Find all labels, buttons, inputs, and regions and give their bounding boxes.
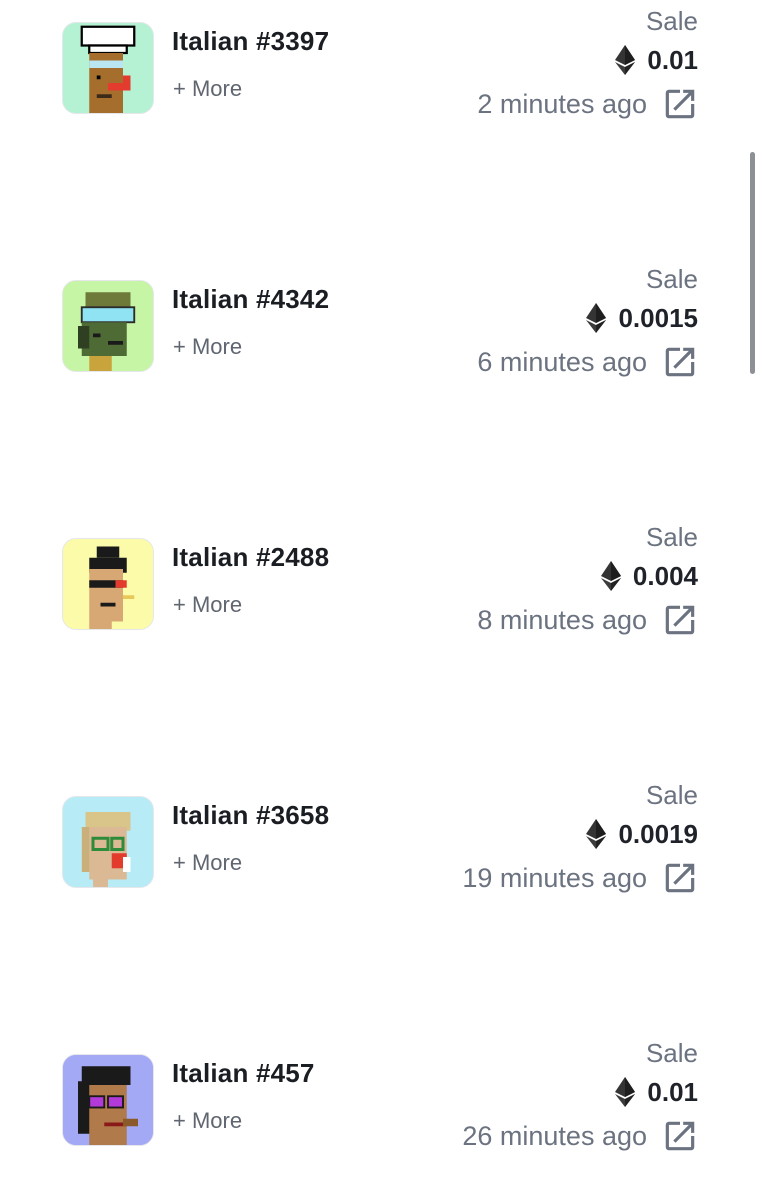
item-name[interactable]: Italian #457 [172, 1058, 315, 1089]
more-link[interactable]: + More [173, 1108, 242, 1134]
avatar-blonde-image [63, 797, 153, 887]
item-name[interactable]: Italian #3397 [172, 26, 329, 57]
list-item[interactable]: Italian #2488 + More Sale 0.004 8 minute… [0, 516, 730, 656]
sales-activity-list: Italian #3397 + More Sale 0.01 2 minutes… [0, 0, 762, 1200]
price-value: 0.0019 [618, 818, 698, 849]
scrollbar-thumb[interactable] [750, 152, 755, 374]
price-value: 0.01 [647, 44, 698, 75]
avatar-mohawk-image [63, 539, 153, 629]
timestamp: 6 minutes ago [477, 346, 647, 377]
timestamp: 26 minutes ago [462, 1120, 647, 1151]
nft-thumbnail[interactable] [62, 1054, 154, 1146]
price-value: 0.01 [647, 1076, 698, 1107]
external-link-icon[interactable] [661, 85, 699, 123]
nft-thumbnail[interactable] [62, 796, 154, 888]
sale-details: Sale 0.01 26 minutes ago [462, 1036, 698, 1158]
event-type: Sale [645, 6, 698, 36]
more-link[interactable]: + More [173, 76, 242, 102]
price-row: 0.0019 [462, 812, 698, 856]
ethereum-icon [615, 45, 636, 75]
avatar-shades-image [63, 1055, 153, 1145]
ethereum-icon [586, 303, 607, 333]
time-row: 19 minutes ago [462, 856, 699, 900]
item-name[interactable]: Italian #4342 [172, 284, 329, 315]
list-item[interactable]: Italian #457 + More Sale 0.01 26 minutes… [0, 1032, 730, 1172]
price-row: 0.0015 [477, 296, 698, 340]
event-type: Sale [645, 1038, 698, 1068]
time-row: 8 minutes ago [477, 598, 699, 642]
ethereum-icon [615, 1077, 636, 1107]
price-row: 0.01 [477, 38, 698, 82]
price-row: 0.004 [477, 554, 698, 598]
ethereum-icon [586, 819, 607, 849]
list-item[interactable]: Italian #3397 + More Sale 0.01 2 minutes… [0, 0, 730, 140]
external-link-icon[interactable] [661, 859, 699, 897]
item-name[interactable]: Italian #3658 [172, 800, 329, 831]
time-row: 2 minutes ago [477, 82, 699, 126]
ethereum-icon [600, 561, 621, 591]
time-row: 26 minutes ago [462, 1114, 699, 1158]
more-link[interactable]: + More [173, 334, 242, 360]
event-type: Sale [645, 780, 698, 810]
price-row: 0.01 [462, 1070, 698, 1114]
avatar-goggles-image [63, 281, 153, 371]
event-type: Sale [645, 264, 698, 294]
price-value: 0.0015 [618, 302, 698, 333]
nft-thumbnail[interactable] [62, 538, 154, 630]
avatar-chef-image [63, 23, 153, 113]
timestamp: 8 minutes ago [477, 604, 647, 635]
timestamp: 2 minutes ago [477, 88, 647, 119]
sale-details: Sale 0.01 2 minutes ago [477, 4, 698, 126]
event-type: Sale [645, 522, 698, 552]
sale-details: Sale 0.0015 6 minutes ago [477, 262, 698, 384]
time-row: 6 minutes ago [477, 340, 699, 384]
sale-details: Sale 0.0019 19 minutes ago [462, 778, 698, 900]
nft-thumbnail[interactable] [62, 280, 154, 372]
list-item[interactable]: Italian #4342 + More Sale 0.0015 6 minut… [0, 258, 730, 398]
nft-thumbnail[interactable] [62, 22, 154, 114]
list-item[interactable]: Italian #3658 + More Sale 0.0019 19 minu… [0, 774, 730, 914]
external-link-icon[interactable] [661, 1117, 699, 1155]
more-link[interactable]: + More [173, 592, 242, 618]
external-link-icon[interactable] [661, 343, 699, 381]
more-link[interactable]: + More [173, 850, 242, 876]
timestamp: 19 minutes ago [462, 862, 647, 893]
price-value: 0.004 [632, 560, 698, 591]
external-link-icon[interactable] [661, 601, 699, 639]
sale-details: Sale 0.004 8 minutes ago [477, 520, 698, 642]
item-name[interactable]: Italian #2488 [172, 542, 329, 573]
